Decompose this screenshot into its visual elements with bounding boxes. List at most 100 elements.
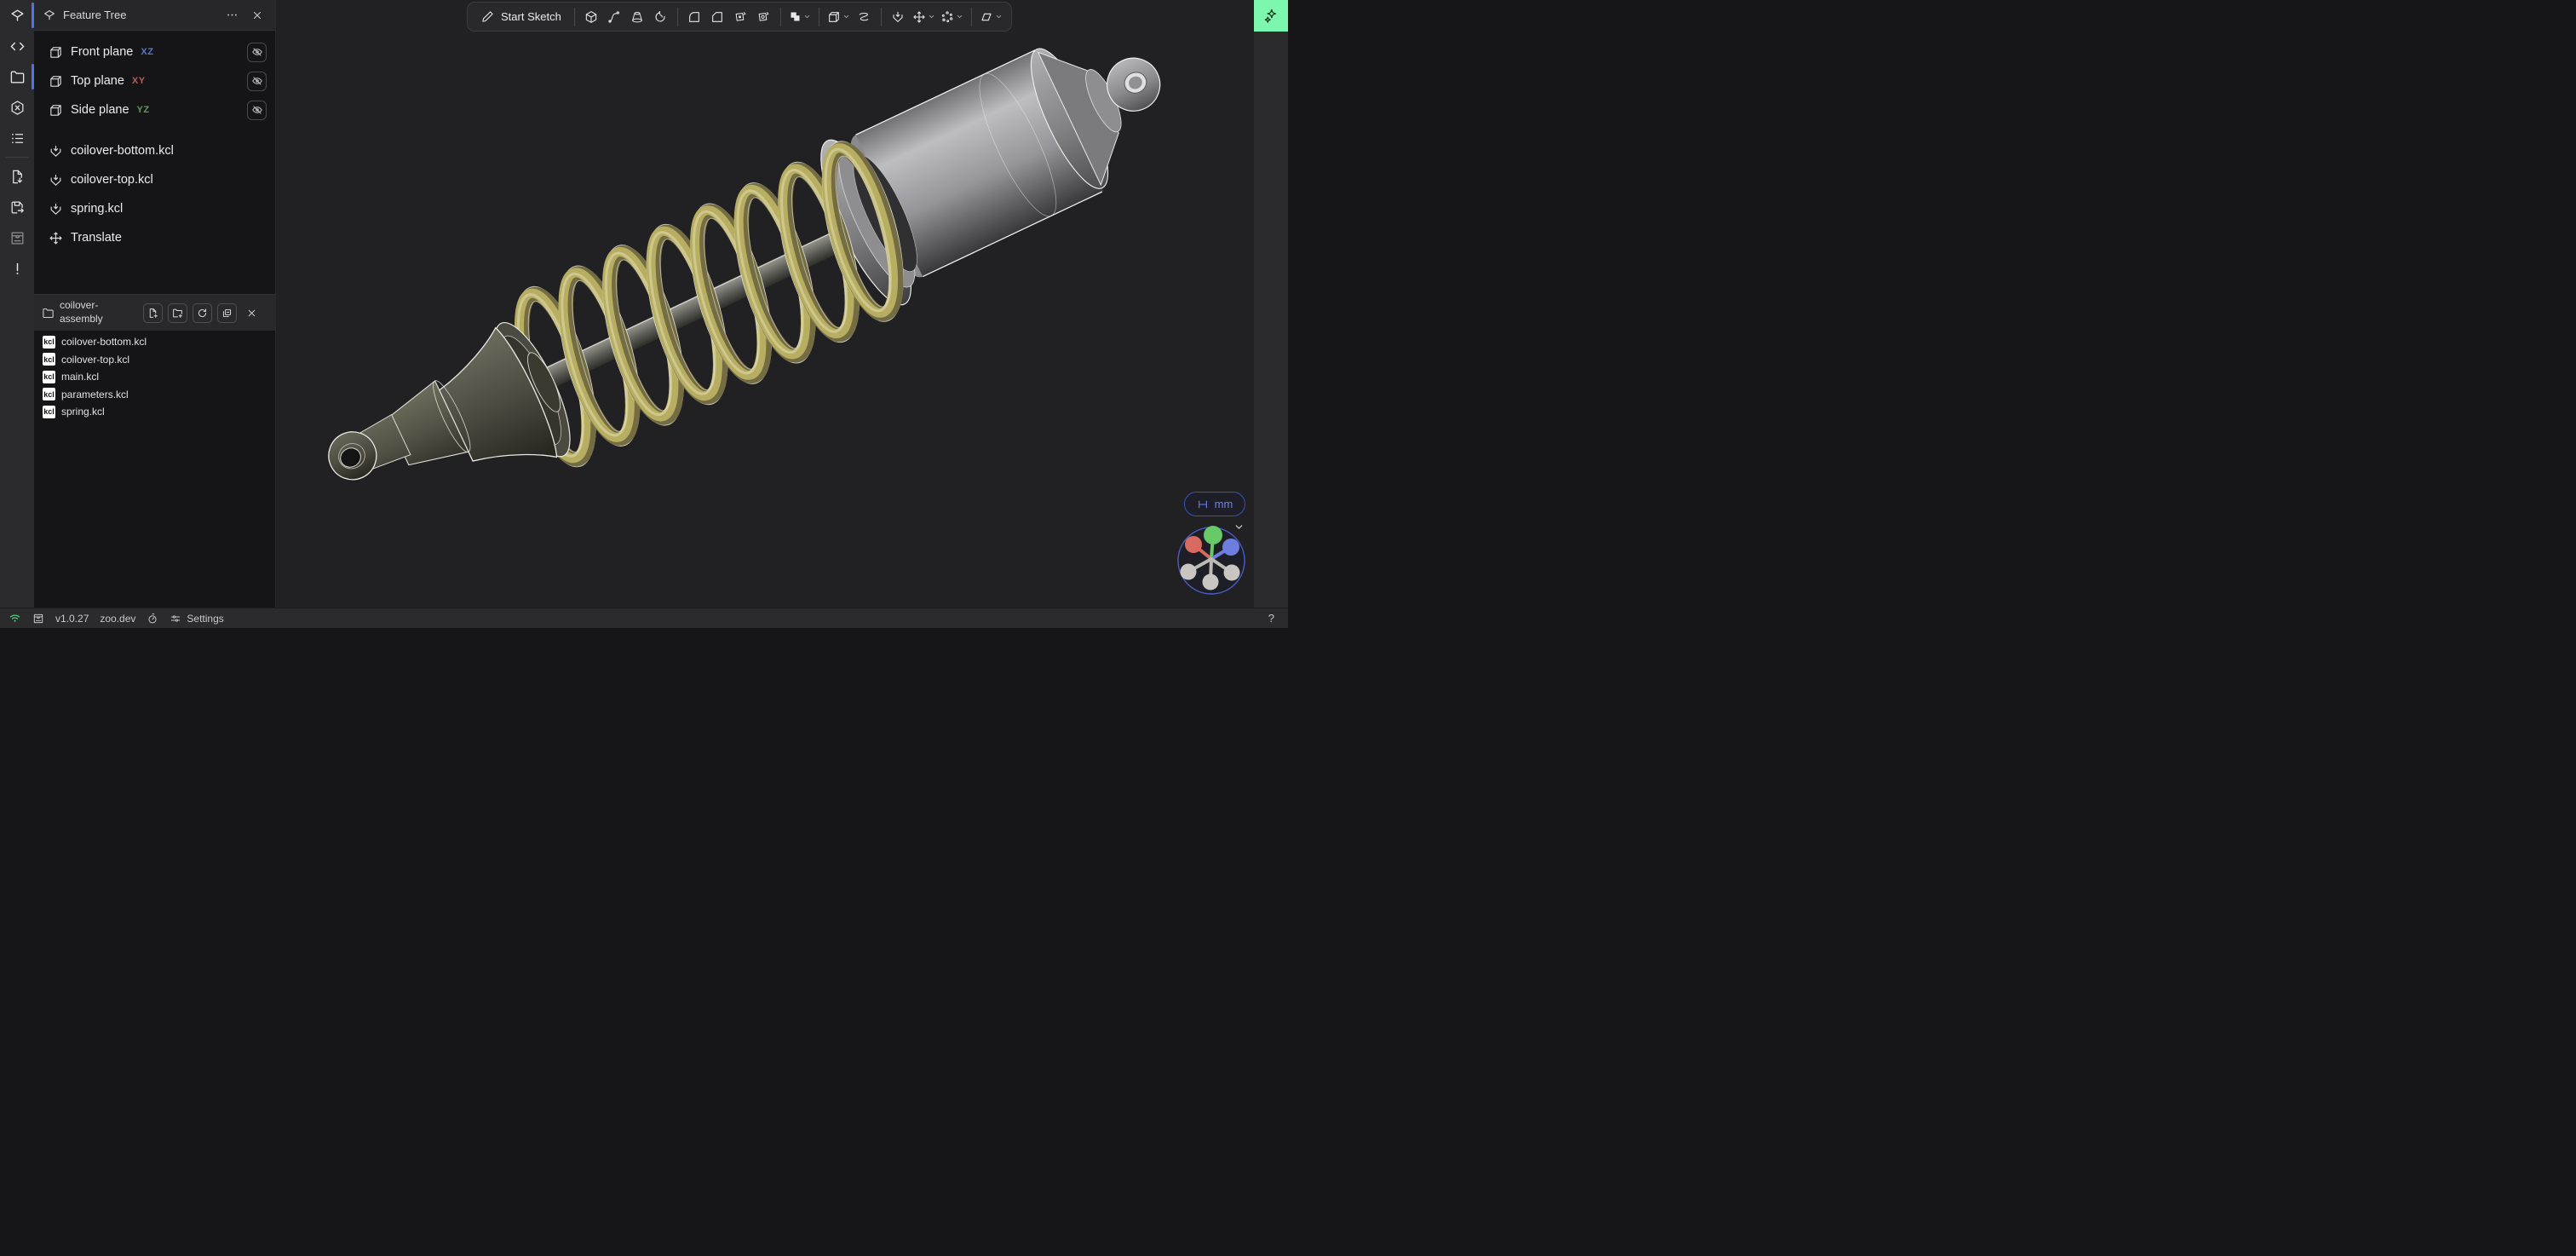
- make-status-button[interactable]: [32, 613, 44, 625]
- feature-tree-panel: Feature Tree Front plane XZ: [34, 0, 275, 294]
- extrude-icon: [584, 10, 598, 24]
- tree-item-translate[interactable]: Translate: [34, 223, 275, 252]
- variables-icon: [9, 100, 26, 116]
- feature-tree-list: Front plane XZ Top plane XY Side: [34, 31, 275, 252]
- project-files-header: coilover-assembly: [34, 294, 275, 331]
- rail-feature-tree-button[interactable]: [0, 0, 34, 31]
- app-window: Feature Tree Front plane XZ: [0, 0, 1288, 628]
- version-label[interactable]: v1.0.27: [55, 613, 89, 625]
- left-toolbar-rail: [0, 0, 34, 608]
- offset-plane-button[interactable]: [825, 6, 852, 28]
- boolean-icon: [789, 10, 802, 23]
- file-row[interactable]: kcl spring.kcl: [34, 403, 275, 421]
- tree-item-spring[interactable]: spring.kcl: [34, 194, 275, 223]
- toggle-visibility-side-plane[interactable]: [247, 101, 267, 120]
- file-row[interactable]: kcl parameters.kcl: [34, 386, 275, 404]
- file-row[interactable]: kcl coilover-top.kcl: [34, 351, 275, 369]
- plane-axis-label: YZ: [137, 105, 150, 115]
- chamfer-icon: [710, 10, 724, 24]
- plane-axis-label: XZ: [141, 47, 153, 57]
- file-row[interactable]: kcl coilover-bottom.kcl: [34, 333, 275, 351]
- boolean-button[interactable]: [787, 6, 813, 28]
- rail-project-files-button[interactable]: [0, 61, 34, 92]
- rail-logs-button[interactable]: [0, 123, 34, 153]
- insert-button[interactable]: [888, 6, 909, 28]
- loft-button[interactable]: [627, 6, 648, 28]
- gizmo-neg-axis: [1203, 574, 1219, 591]
- gizmo-neg-axis: [1181, 564, 1197, 580]
- loft-icon: [630, 10, 644, 24]
- feature-tree-menu-button[interactable]: [222, 6, 241, 25]
- new-file-button[interactable]: [143, 303, 163, 323]
- operation-label: Translate: [71, 231, 122, 245]
- collapse-button[interactable]: [217, 303, 237, 323]
- chevron-down-icon: [956, 13, 963, 20]
- tree-item-front-plane[interactable]: Front plane XZ: [34, 37, 275, 66]
- file-name: spring.kcl: [61, 406, 105, 418]
- file-list: kcl coilover-bottom.kcl kcl coilover-top…: [34, 331, 275, 421]
- transform-button[interactable]: [911, 6, 937, 28]
- tree-item-top-plane[interactable]: Top plane XY: [34, 66, 275, 95]
- units-badge[interactable]: mm: [1184, 492, 1245, 516]
- chevron-down-icon: [995, 13, 1003, 20]
- plane-icon: [49, 74, 63, 89]
- new-folder-icon: [172, 308, 183, 319]
- refresh-button[interactable]: [193, 303, 212, 323]
- report-issue-icon: [9, 261, 26, 277]
- rail-report-issue-button[interactable]: [0, 253, 34, 284]
- project-files-close-button[interactable]: [242, 303, 261, 322]
- close-icon: [246, 308, 257, 319]
- 3d-viewport[interactable]: Start Sketch: [276, 0, 1254, 608]
- settings-button[interactable]: Settings: [170, 613, 223, 625]
- feature-tree-header: Feature Tree: [34, 0, 275, 31]
- toolbar-divider: [971, 8, 972, 26]
- fillet-button[interactable]: [684, 6, 705, 28]
- toggle-visibility-top-plane[interactable]: [247, 72, 267, 91]
- revolve-button[interactable]: [650, 6, 671, 28]
- sweep-button[interactable]: [604, 6, 625, 28]
- tree-item-coilover-top[interactable]: coilover-top.kcl: [34, 165, 275, 194]
- file-row[interactable]: kcl main.kcl: [34, 368, 275, 386]
- rail-variables-button[interactable]: [0, 92, 34, 123]
- helix-icon: [857, 10, 871, 24]
- plane-tool-button[interactable]: [978, 6, 1004, 28]
- zoo-dev-link[interactable]: zoo.dev: [100, 613, 135, 625]
- network-status-button[interactable]: [9, 612, 21, 625]
- help-button[interactable]: ?: [1268, 612, 1279, 625]
- offset-plane-icon: [827, 10, 841, 24]
- toggle-visibility-front-plane[interactable]: [247, 43, 267, 62]
- plane-label: Side plane: [71, 103, 129, 117]
- chamfer-button[interactable]: [707, 6, 728, 28]
- timer-button[interactable]: [147, 613, 158, 625]
- stopwatch-icon: [147, 613, 158, 625]
- feature-tree-close-button[interactable]: [248, 6, 267, 25]
- extrude-button[interactable]: [581, 6, 602, 28]
- pattern-button[interactable]: [939, 6, 965, 28]
- network-icon: [9, 612, 21, 625]
- ellipsis-icon: [226, 9, 239, 21]
- hole-button[interactable]: [753, 6, 774, 28]
- kcl-file-badge: kcl: [43, 388, 55, 400]
- tree-item-side-plane[interactable]: Side plane YZ: [34, 95, 275, 124]
- new-folder-button[interactable]: [168, 303, 187, 323]
- rail-code-button[interactable]: [0, 31, 34, 61]
- text-to-cad-ai-button[interactable]: [1254, 0, 1288, 32]
- plane-axis-label: XY: [132, 76, 146, 86]
- rail-make-button[interactable]: [0, 222, 34, 253]
- file-name: main.kcl: [61, 371, 99, 383]
- rail-import-file-button[interactable]: [0, 161, 34, 192]
- start-sketch-button[interactable]: Start Sketch: [474, 6, 568, 28]
- eye-off-icon: [251, 46, 263, 58]
- move-icon: [49, 231, 63, 245]
- toolbar-divider: [574, 8, 575, 26]
- helix-button[interactable]: [854, 6, 875, 28]
- tree-item-coilover-bottom[interactable]: coilover-bottom.kcl: [34, 136, 275, 165]
- revolve-icon: [653, 10, 667, 24]
- side-panels: Feature Tree Front plane XZ: [34, 0, 276, 608]
- pen-icon: [481, 10, 494, 23]
- orientation-gizmo[interactable]: [1173, 522, 1250, 599]
- rail-export-button[interactable]: [0, 192, 34, 222]
- collapse-icon: [221, 308, 233, 319]
- shell-button[interactable]: [730, 6, 751, 28]
- rail-divider: [6, 157, 28, 158]
